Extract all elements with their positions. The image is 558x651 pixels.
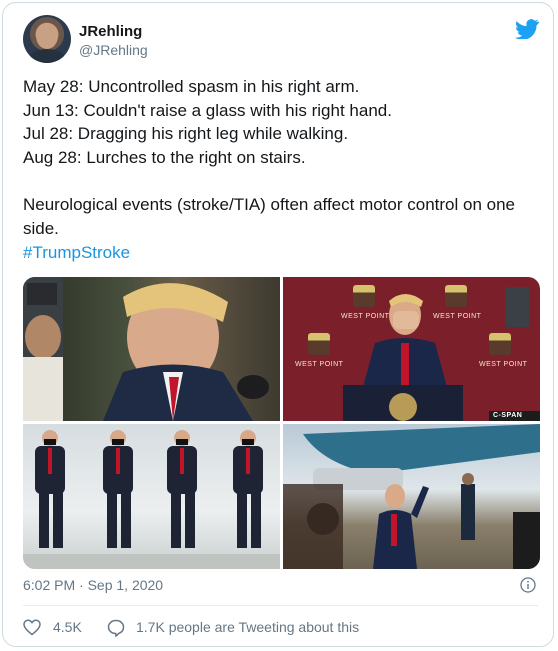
timestamp[interactable]: 6:02 PM · Sep 1, 2020: [23, 577, 163, 593]
hashtag-link[interactable]: #TrumpStroke: [23, 243, 130, 263]
photo-walking-art: [23, 430, 280, 569]
heart-icon[interactable]: [23, 619, 41, 636]
photo-closeup[interactable]: [23, 277, 280, 421]
display-name[interactable]: JRehling: [79, 23, 142, 40]
tweeting-about-link[interactable]: 1.7K people are Tweeting about this: [136, 619, 359, 635]
photo-walking-sequence[interactable]: [23, 424, 280, 569]
avatar[interactable]: [23, 15, 71, 63]
cspan-label: C-SPAN: [493, 412, 523, 419]
avatar-shirt: [29, 49, 65, 63]
tweet-card: JRehling @JRehling May 28: Uncontrolled …: [2, 2, 554, 647]
tweet-text: May 28: Uncontrolled spasm in his right …: [23, 77, 515, 238]
photo-podium[interactable]: WEST POINT WEST POINT WEST POINT WEST PO…: [283, 277, 540, 421]
photo-airport-art: [283, 424, 540, 569]
photo-podium-art: [343, 287, 540, 421]
speech-bubble-icon[interactable]: [107, 619, 125, 637]
photo-closeup-art: [23, 277, 269, 421]
photo-airport-wave[interactable]: [283, 424, 540, 569]
media-grid: WEST POINT WEST POINT WEST POINT WEST PO…: [23, 277, 540, 569]
like-count[interactable]: 4.5K: [53, 619, 82, 635]
info-icon[interactable]: [520, 577, 536, 593]
twitter-bird-icon[interactable]: [515, 19, 539, 39]
avatar-face: [36, 23, 58, 49]
user-handle[interactable]: @JRehling: [79, 42, 148, 58]
divider: [23, 605, 538, 606]
